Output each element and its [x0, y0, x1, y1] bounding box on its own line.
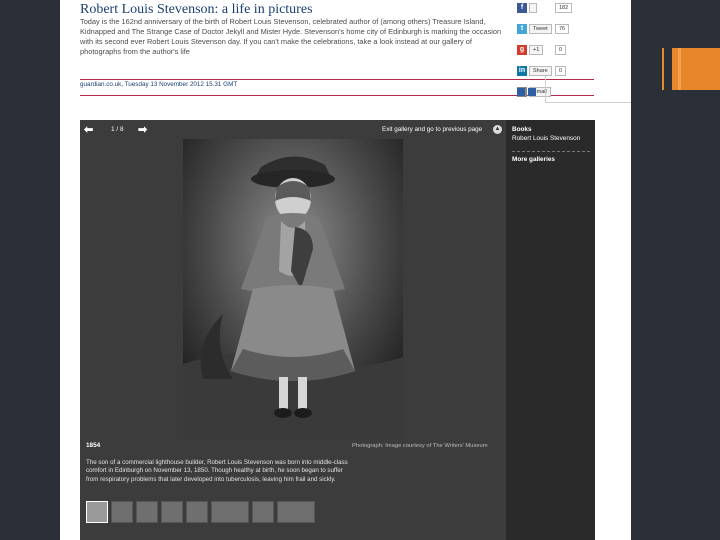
facebook-share[interactable]: f 182	[517, 2, 577, 16]
slide-accent-line	[662, 48, 664, 90]
gallery-photo[interactable]	[183, 139, 403, 439]
thumbnail[interactable]	[277, 501, 315, 523]
photo-year: 1854	[86, 442, 101, 449]
facebook-icon: f	[517, 3, 527, 13]
gallery-counter: 1 / 8	[111, 126, 124, 133]
photo-caption: The son of a commercial lighthouse build…	[86, 459, 348, 483]
more-galleries-link[interactable]: More galleries	[512, 156, 555, 163]
thumbnail[interactable]	[86, 501, 108, 523]
divider	[545, 102, 631, 103]
exit-gallery-icon[interactable]: ▲	[493, 125, 502, 134]
linkedin-count: 0	[555, 66, 567, 76]
google-plus-button[interactable]: +1	[529, 45, 544, 55]
slide-accent-block	[672, 48, 720, 90]
page-tools	[517, 83, 539, 101]
google-plus-count: 0	[555, 45, 567, 55]
facebook-count: 182	[555, 3, 573, 13]
google-plus-share[interactable]: g +1 0	[517, 44, 577, 58]
thumbnail[interactable]	[252, 501, 274, 523]
divider	[512, 151, 590, 152]
webpage-screenshot: Robert Louis Stevenson: a life in pictur…	[60, 0, 631, 540]
article-dateline: guardian.co.uk, Tuesday 13 November 2012…	[80, 81, 238, 88]
thumbnail[interactable]	[111, 501, 133, 523]
tweet-button[interactable]: Tweet	[529, 24, 552, 34]
article-headline: Robert Louis Stevenson: a life in pictur…	[80, 2, 313, 17]
exit-gallery-link[interactable]: Exit gallery and go to previous page	[382, 126, 482, 133]
thumbnail[interactable]	[211, 501, 249, 523]
divider	[545, 76, 546, 102]
twitter-share[interactable]: t Tweet 76	[517, 23, 577, 37]
previous-arrow-icon[interactable]: ⬅	[84, 123, 93, 136]
facebook-like-button[interactable]	[529, 3, 537, 13]
thumbnail[interactable]	[161, 501, 183, 523]
photo-credit: Photograph: Image courtesy of The Writer…	[352, 443, 488, 449]
gallery-toolbar: ⬅ 1 / 8 ➡ Exit gallery and go to previou…	[80, 120, 506, 140]
next-arrow-icon[interactable]: ➡	[138, 123, 147, 136]
article-standfirst: Today is the 162nd anniversary of the bi…	[80, 17, 502, 56]
thumbnail[interactable]	[136, 501, 158, 523]
gallery-sidebar: Books Robert Louis Stevenson More galler…	[506, 120, 595, 540]
sidebar-topic-link[interactable]: Robert Louis Stevenson	[512, 135, 580, 142]
linkedin-share[interactable]: in Share 0	[517, 65, 577, 79]
google-plus-icon: g	[517, 45, 527, 55]
photo-gallery: ⬅ 1 / 8 ➡ Exit gallery and go to previou…	[80, 120, 595, 540]
article-history-icon[interactable]	[528, 88, 536, 96]
thumbnail[interactable]	[186, 501, 208, 523]
linkedin-share-button[interactable]: Share	[529, 66, 552, 76]
print-icon[interactable]	[517, 88, 525, 96]
twitter-count: 76	[555, 24, 570, 34]
linkedin-icon: in	[517, 66, 527, 76]
twitter-icon: t	[517, 24, 527, 34]
sidebar-section-link[interactable]: Books	[512, 126, 532, 133]
